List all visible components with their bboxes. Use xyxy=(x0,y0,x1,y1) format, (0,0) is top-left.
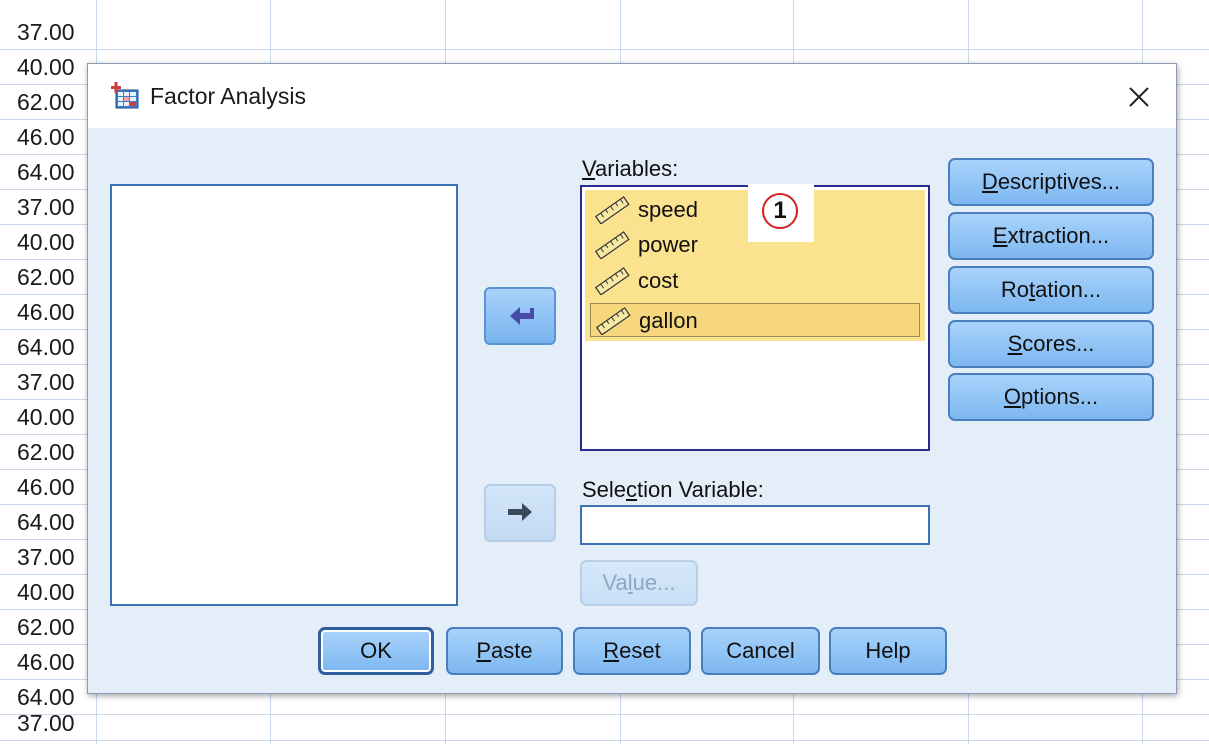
scale-ruler-icon xyxy=(594,196,630,224)
sheet-cell[interactable]: 37.00 xyxy=(0,706,75,740)
sheet-cell[interactable]: 46.00 xyxy=(0,295,75,329)
sheet-cell[interactable]: 62.00 xyxy=(0,610,75,644)
variable-name: speed xyxy=(638,197,698,222)
sheet-cell[interactable]: 46.00 xyxy=(0,645,75,679)
move-to-source-button[interactable] xyxy=(484,287,556,345)
annotation-badge: 1 xyxy=(748,184,814,242)
ok-button[interactable]: OK xyxy=(318,627,434,675)
cancel-button[interactable]: Cancel xyxy=(701,627,820,675)
rotation-button[interactable]: Rotation... xyxy=(948,266,1154,314)
sheet-cell[interactable]: 40.00 xyxy=(0,400,75,434)
scale-ruler-icon xyxy=(594,231,630,259)
scores-button[interactable]: Scores... xyxy=(948,320,1154,368)
sheet-cell[interactable]: 40.00 xyxy=(0,50,75,84)
sheet-row[interactable]: 37.00 xyxy=(0,706,1209,741)
sheet-cell[interactable]: 64.00 xyxy=(0,330,75,364)
sheet-cell[interactable]: 46.00 xyxy=(0,120,75,154)
arrow-right-icon xyxy=(508,503,532,521)
dialog-title: Factor Analysis xyxy=(150,83,306,109)
sheet-cell[interactable]: 64.00 xyxy=(0,505,75,539)
value-button[interactable]: Value... xyxy=(580,560,698,606)
factor-analysis-app-icon xyxy=(111,82,139,109)
annotation-number: 1 xyxy=(762,193,798,229)
help-button[interactable]: Help xyxy=(829,627,947,675)
sheet-cell[interactable]: 64.00 xyxy=(0,155,75,189)
sheet-cell[interactable]: 62.00 xyxy=(0,260,75,294)
options-button[interactable]: Options... xyxy=(948,373,1154,421)
selection-variable-field[interactable] xyxy=(580,505,930,545)
sheet-cell[interactable]: 62.00 xyxy=(0,85,75,119)
close-icon[interactable] xyxy=(1124,82,1154,112)
sheet-cell[interactable]: 40.00 xyxy=(0,225,75,259)
descriptives-button[interactable]: Descriptives... xyxy=(948,158,1154,206)
variable-name: power xyxy=(638,232,698,257)
scale-ruler-icon xyxy=(594,267,630,295)
arrow-left-icon xyxy=(510,307,534,325)
list-item[interactable]: cost xyxy=(590,264,920,298)
sheet-cell[interactable]: 37.00 xyxy=(0,540,75,574)
list-item[interactable]: gallon xyxy=(590,303,920,337)
source-variable-list[interactable] xyxy=(110,184,458,606)
sheet-cell[interactable]: 46.00 xyxy=(0,470,75,504)
factor-analysis-dialog: Factor Analysis Variables: speed power c… xyxy=(87,63,1177,694)
sheet-cell[interactable]: 62.00 xyxy=(0,435,75,469)
sheet-cell[interactable]: 40.00 xyxy=(0,575,75,609)
paste-button[interactable]: Paste xyxy=(446,627,563,675)
sheet-row[interactable]: 37.00 xyxy=(0,15,1209,50)
variable-name: gallon xyxy=(639,308,698,333)
sheet-cell[interactable]: 37.00 xyxy=(0,365,75,399)
scale-ruler-icon xyxy=(595,307,631,335)
variables-label: Variables: xyxy=(582,156,679,181)
sheet-cell[interactable]: 37.00 xyxy=(0,190,75,224)
move-to-selection-button[interactable] xyxy=(484,484,556,542)
extraction-button[interactable]: Extraction... xyxy=(948,212,1154,260)
dialog-titlebar[interactable]: Factor Analysis xyxy=(88,64,1176,128)
variable-name: cost xyxy=(638,268,679,293)
reset-button[interactable]: Reset xyxy=(573,627,691,675)
sheet-cell[interactable]: 37.00 xyxy=(0,15,75,49)
selection-variable-label: Selection Variable: xyxy=(582,477,764,502)
